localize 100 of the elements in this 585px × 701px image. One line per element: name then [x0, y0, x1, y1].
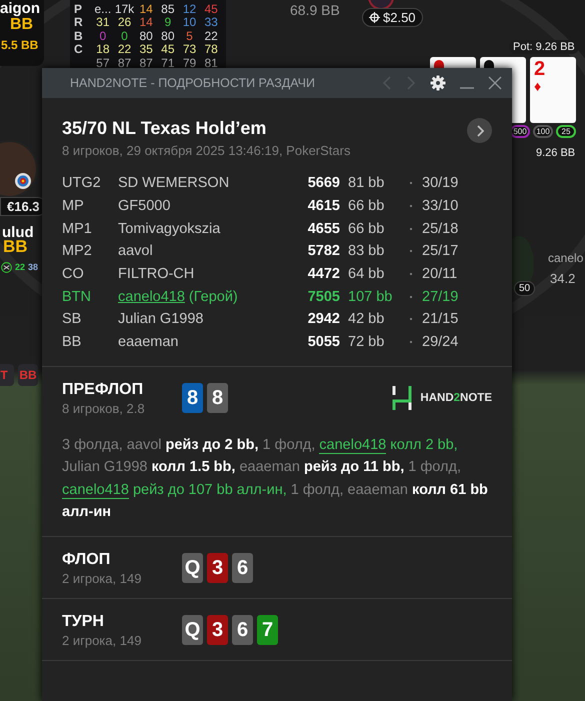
- player-name: Julian G1998: [118, 311, 204, 328]
- hud-stat: 18: [95, 43, 110, 56]
- player-name: canelo: [548, 251, 584, 265]
- shuffle-icon: [1, 262, 12, 273]
- card-badge: Q: [182, 615, 203, 645]
- player-bb: 72 bb: [348, 334, 386, 350]
- next-button[interactable]: [467, 118, 492, 143]
- player-link[interactable]: canelo418: [319, 436, 386, 454]
- settings-icon[interactable]: [430, 75, 446, 91]
- hud-stat: 5: [185, 30, 194, 42]
- player-bb: 42 bb: [348, 311, 386, 328]
- hud-label: B: [74, 28, 84, 43]
- player-stats: 27/19: [422, 288, 460, 305]
- close-icon[interactable]: [488, 76, 502, 90]
- logo-text: HAND2NOTE: [420, 392, 492, 404]
- hud-stat: 14: [138, 16, 154, 28]
- hud-stat: 45: [160, 43, 176, 56]
- hud-stat: 35: [138, 43, 154, 56]
- hud-stat: 78: [203, 43, 219, 56]
- hud-stat: 26: [116, 16, 132, 28]
- hud-stat: 80: [160, 30, 176, 42]
- poker-chip: 100: [533, 125, 553, 138]
- card-badge: 6: [232, 553, 253, 583]
- player-bb: 81 bb: [348, 175, 386, 192]
- player-position: BTN: [62, 288, 92, 305]
- player-position: MP: [62, 198, 85, 214]
- target-icon: [369, 12, 380, 23]
- player-position: BB: [62, 334, 82, 350]
- street-name: ТУРН: [62, 612, 105, 630]
- hud-stat: 57: [95, 56, 110, 69]
- hud-stat: 0: [120, 30, 129, 42]
- target-icon: [14, 172, 32, 190]
- hud-stat: 87: [138, 56, 154, 69]
- player-name: eaaeman: [118, 334, 180, 350]
- player-stack: 2942: [306, 311, 341, 328]
- hud-stat: 71: [160, 56, 176, 69]
- player-bet: 5.5 BB: [1, 38, 38, 52]
- hud-stat: 81: [203, 56, 219, 69]
- hud-stat: 22: [116, 43, 132, 56]
- hud-label: R: [74, 15, 84, 30]
- player-stack: 5669: [306, 175, 341, 192]
- hud-stat: 22: [15, 262, 26, 272]
- player-name: canelo418 (Герой): [118, 288, 239, 305]
- player-stats: 29/24: [422, 334, 460, 350]
- player-bb: 83 bb: [348, 243, 386, 260]
- hud-stat: 14: [138, 2, 154, 15]
- player-bb: 107 bb: [348, 288, 394, 305]
- card-badge: Q: [182, 553, 203, 583]
- player-stack: 4472: [306, 266, 341, 282]
- hud-label: P: [74, 2, 84, 16]
- player-position: MP2: [62, 243, 93, 260]
- player-name: aavol: [118, 243, 154, 260]
- hud-stat: 22: [203, 30, 219, 42]
- card-badge: 8: [207, 383, 228, 413]
- pot-label: Pot: 9.26 BB: [509, 40, 579, 54]
- hud-stat: 79: [182, 56, 198, 69]
- hud-stat: 10: [182, 16, 198, 28]
- action-summary: 3 фолда, aavol рейз до 2 bb, 1 фолд, canelo418 колл 2 bb, Julian G1998 колл 1.5 bb, eaaeman рейз до 11 bb, 1 фолд, canelo418 рейз до 107 bb алл-ин, 1 фолд, eaaeman колл 61 bb алл-ин: [62, 436, 489, 522]
- player-stack: 5055: [306, 334, 341, 350]
- player-bb: 66 bb: [348, 198, 386, 214]
- player-stack: 5782: [306, 243, 341, 260]
- hud-stat: 9: [163, 16, 172, 28]
- player-position: UTG2: [62, 175, 102, 192]
- card-badge: 3: [207, 615, 228, 645]
- player-stack: 4615: [306, 198, 341, 214]
- player-stack: 7505: [306, 288, 341, 305]
- street-subtitle: 8 игроков, 2.8: [62, 400, 146, 416]
- player-stats: 25/18: [422, 220, 460, 237]
- hud-stat: 73: [182, 43, 198, 56]
- hud-label: C: [74, 42, 84, 56]
- poker-chip: 25: [556, 125, 576, 138]
- player-stack: 68.9 BB: [290, 2, 340, 18]
- street-subtitle: 2 игрока, 149: [62, 570, 142, 586]
- player-position: CO: [62, 266, 85, 282]
- player-stack: BB: [10, 16, 34, 33]
- player-link[interactable]: canelo418: [62, 482, 129, 498]
- player-bb: 64 bb: [348, 266, 386, 282]
- playing-card: 2 ♦: [530, 57, 576, 123]
- bet-chip: $2.50: [362, 8, 423, 27]
- pot-total: 9.26 BB: [536, 147, 576, 159]
- player-stack: 34.2: [550, 271, 576, 286]
- player-stats: 25/17: [422, 243, 460, 260]
- player-position: SB: [62, 311, 82, 328]
- card-badge: 6: [232, 615, 253, 645]
- street-name: ПРЕФЛОП: [62, 380, 144, 398]
- hud-stat: 45: [203, 2, 219, 15]
- player-name: aigon: [0, 0, 40, 17]
- street-name: ФЛОП: [62, 550, 112, 568]
- player-bb: 66 bb: [348, 220, 386, 237]
- player-stats: 30/19: [422, 175, 460, 192]
- chevron-right-icon: [476, 124, 484, 136]
- card-badge: 3: [207, 553, 228, 583]
- player-stats: 21/15: [422, 311, 460, 328]
- street-subtitle: 2 игрока, 149: [62, 632, 142, 648]
- hud-stat: 31: [95, 16, 110, 28]
- hud-stat: 80: [138, 30, 154, 42]
- player-name: GF5000: [118, 198, 172, 214]
- hud-stat: e...: [93, 2, 112, 15]
- hud-stat: 85: [160, 2, 176, 15]
- window-title: HAND2NOTE - ПОДРОБНОСТИ РАЗДАЧИ: [70, 76, 316, 90]
